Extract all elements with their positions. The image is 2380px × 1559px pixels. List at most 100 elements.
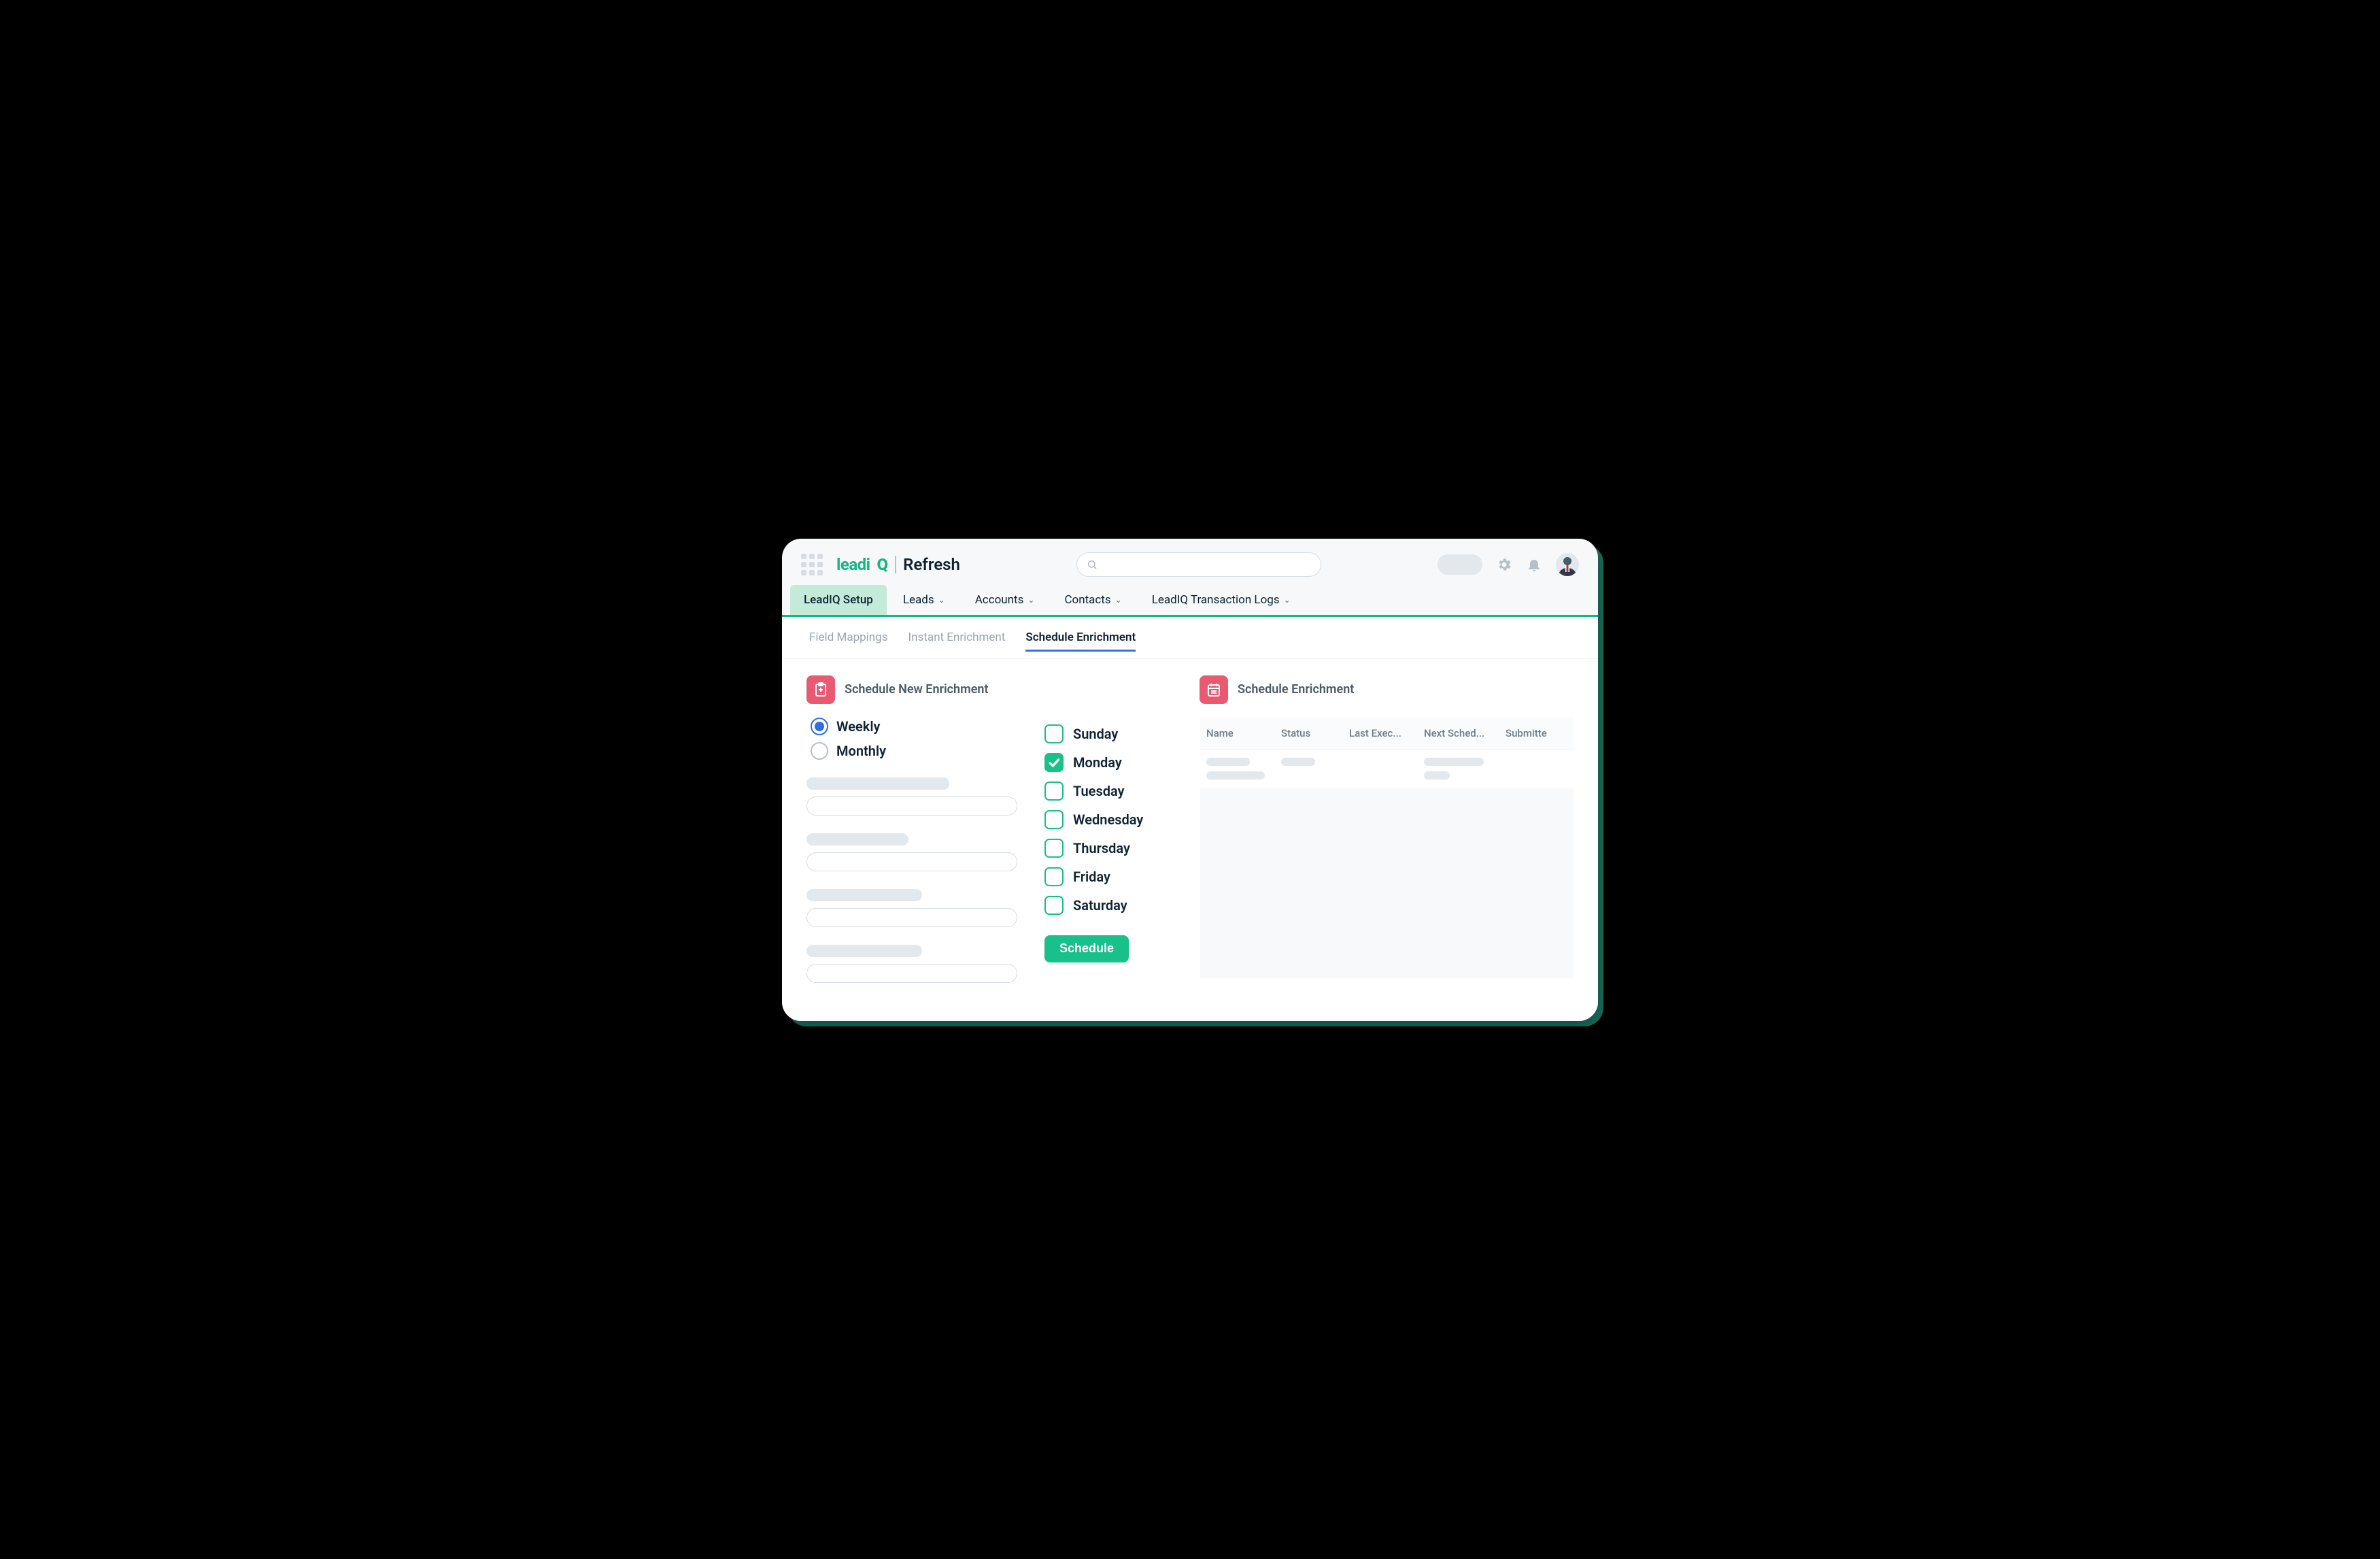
subtabs: Field Mappings Instant Enrichment Schedu… <box>782 617 1598 659</box>
main-nav: LeadIQ Setup Leads ⌄ Accounts ⌄ Contacts… <box>782 585 1598 617</box>
nav-leadiq-setup[interactable]: LeadIQ Setup <box>790 585 887 615</box>
radio-label: Monthly <box>836 743 886 759</box>
nav-label: LeadIQ Setup <box>804 593 873 607</box>
content: Field Mappings Instant Enrichment Schedu… <box>782 617 1598 1021</box>
placeholder-input[interactable] <box>806 908 1017 927</box>
schedule-table: Name Status Last Exec... Next Sched... S… <box>1200 718 1574 978</box>
brand-leadi: leadi <box>836 555 870 574</box>
tab-instant-enrichment[interactable]: Instant Enrichment <box>908 631 1006 652</box>
placeholder-label <box>806 777 949 790</box>
checkbox-label: Friday <box>1073 869 1110 885</box>
checkbox-saturday[interactable]: Saturday <box>1044 896 1143 915</box>
checkbox-thursday[interactable]: Thursday <box>1044 839 1143 858</box>
schedule-list-panel: Schedule Enrichment Name Status Last Exe… <box>1200 675 1574 1001</box>
placeholder-input[interactable] <box>806 964 1017 983</box>
search-input[interactable] <box>1076 552 1321 577</box>
chevron-down-icon: ⌄ <box>938 595 945 605</box>
brand-product: Refresh <box>903 555 960 574</box>
brand: leadi Q Refresh <box>836 555 960 574</box>
nav-label: LeadIQ Transaction Logs <box>1152 593 1280 607</box>
schedule-new-panel: Schedule New Enrichment Weekly Monthly <box>806 675 1172 1001</box>
form-row: Weekly Monthly <box>806 718 1172 1001</box>
radio-ring <box>811 742 828 760</box>
checkbox-box <box>1044 867 1064 886</box>
checkbox-label: Tuesday <box>1073 783 1125 799</box>
day-checkboxes: Sunday Monday Tuesday <box>1044 718 1143 1001</box>
checkbox-label: Monday <box>1073 754 1122 771</box>
checkbox-label: Thursday <box>1073 840 1130 856</box>
clipboard-plus-icon <box>806 675 835 704</box>
placeholder-input[interactable] <box>806 852 1017 871</box>
section-title: Schedule Enrichment <box>1238 682 1354 697</box>
search-icon <box>1087 559 1098 570</box>
checkbox-box <box>1044 724 1064 743</box>
chevron-down-icon: ⌄ <box>1284 595 1291 605</box>
checkbox-label: Saturday <box>1073 897 1127 913</box>
placeholder-label <box>806 889 922 901</box>
header-pill-button[interactable] <box>1438 554 1482 575</box>
placeholder-label <box>806 945 922 957</box>
checkbox-sunday[interactable]: Sunday <box>1044 724 1143 743</box>
section-head: Schedule New Enrichment <box>806 675 1172 704</box>
app-window: leadi Q Refresh <box>782 539 1598 1021</box>
radio-weekly[interactable]: Weekly <box>811 718 1017 735</box>
nav-label: Leads <box>903 593 934 607</box>
checkbox-label: Wednesday <box>1073 811 1143 828</box>
col-status[interactable]: Status <box>1281 727 1349 739</box>
topbar: leadi Q Refresh <box>782 539 1598 585</box>
avatar-icon <box>1556 553 1579 576</box>
table-row[interactable] <box>1200 750 1574 788</box>
search-wrap <box>974 552 1424 577</box>
placeholder-field-4 <box>806 945 1017 983</box>
checkbox-tuesday[interactable]: Tuesday <box>1044 782 1143 801</box>
col-last-exec[interactable]: Last Exec... <box>1349 727 1424 739</box>
brand-q: Q <box>877 555 889 574</box>
avatar[interactable] <box>1556 553 1579 576</box>
schedule-button[interactable]: Schedule <box>1044 935 1129 962</box>
cell-status <box>1281 758 1349 766</box>
frequency-radios: Weekly Monthly <box>806 718 1017 760</box>
chevron-down-icon: ⌄ <box>1027 595 1034 605</box>
nav-leads[interactable]: Leads ⌄ <box>889 585 959 615</box>
radio-ring <box>811 718 828 735</box>
bell-icon[interactable] <box>1526 556 1542 573</box>
chevron-down-icon: ⌄ <box>1115 595 1122 605</box>
checkbox-friday[interactable]: Friday <box>1044 867 1143 886</box>
placeholder-field-2 <box>806 833 1017 871</box>
table-header: Name Status Last Exec... Next Sched... S… <box>1200 718 1574 750</box>
checkbox-wednesday[interactable]: Wednesday <box>1044 810 1143 829</box>
placeholder-label <box>806 833 908 845</box>
col-next-sched[interactable]: Next Sched... <box>1424 727 1506 739</box>
radio-label: Weekly <box>836 718 880 735</box>
col-name[interactable]: Name <box>1206 727 1281 739</box>
section-title: Schedule New Enrichment <box>845 682 989 697</box>
tab-field-mappings[interactable]: Field Mappings <box>809 631 888 652</box>
nav-transaction-logs[interactable]: LeadIQ Transaction Logs ⌄ <box>1138 585 1304 615</box>
checkbox-box <box>1044 810 1064 829</box>
nav-contacts[interactable]: Contacts ⌄ <box>1051 585 1135 615</box>
nav-label: Accounts <box>975 593 1024 607</box>
placeholder-input[interactable] <box>806 797 1017 816</box>
placeholder-field-3 <box>806 889 1017 927</box>
left-form-column: Weekly Monthly <box>806 718 1017 1001</box>
radio-monthly[interactable]: Monthly <box>811 742 1017 760</box>
header-right-icons <box>1496 553 1579 576</box>
checkbox-label: Sunday <box>1073 726 1118 742</box>
columns: Schedule New Enrichment Weekly Monthly <box>782 659 1598 1021</box>
nav-label: Contacts <box>1064 593 1110 607</box>
col-submitted[interactable]: Submitte <box>1506 727 1567 739</box>
checkbox-monday[interactable]: Monday <box>1044 753 1143 772</box>
checkbox-box <box>1044 753 1064 772</box>
tab-schedule-enrichment[interactable]: Schedule Enrichment <box>1025 631 1136 652</box>
app-launcher-icon[interactable] <box>801 554 823 575</box>
table-empty-area <box>1200 788 1574 978</box>
gear-icon[interactable] <box>1496 556 1512 573</box>
checkbox-box <box>1044 896 1064 915</box>
cell-next-sched <box>1424 758 1506 780</box>
brand-divider <box>895 556 896 573</box>
section-head: Schedule Enrichment <box>1200 675 1574 704</box>
calendar-list-icon <box>1200 675 1228 704</box>
check-icon <box>1047 756 1061 769</box>
checkbox-box <box>1044 782 1064 801</box>
nav-accounts[interactable]: Accounts ⌄ <box>962 585 1049 615</box>
